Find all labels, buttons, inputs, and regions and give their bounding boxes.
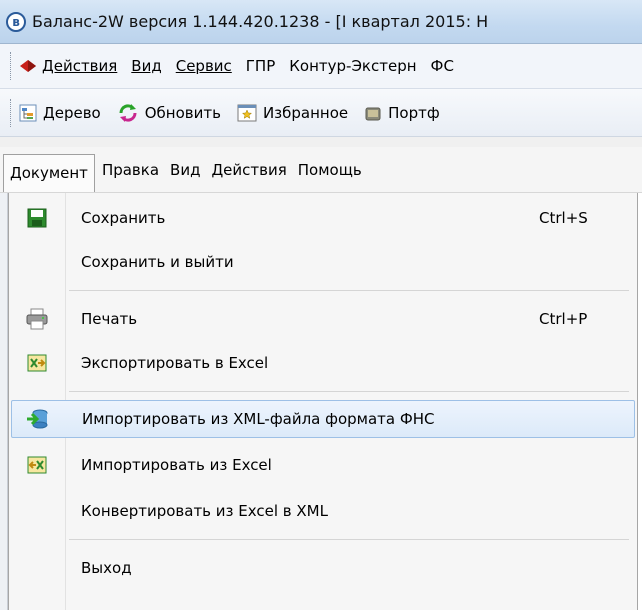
favorites-button-label: Избранное (262, 103, 349, 122)
menu-view[interactable]: Вид (131, 57, 161, 75)
app-icon: в (6, 11, 26, 32)
doc-menu-document[interactable]: Документ (3, 153, 95, 192)
menu-item-label: Выход (81, 559, 132, 577)
menu-gpr[interactable]: ГПР (246, 57, 275, 75)
refresh-icon (117, 103, 139, 123)
export-excel-icon (27, 354, 47, 372)
menu-item-shortcut: Ctrl+P (539, 310, 588, 328)
menu-item-import-excel[interactable]: Импортировать из Excel (11, 446, 635, 484)
menu-actions[interactable]: Действия (19, 57, 117, 75)
window-gap (0, 137, 642, 147)
import-excel-icon (27, 456, 47, 474)
tree-button-label: Дерево (43, 103, 101, 122)
toolbar: Дерево Обновить Избранное Портф (0, 89, 642, 137)
menu-kontur-extern[interactable]: Контур-Экстерн (289, 57, 416, 75)
window-left-edge (0, 193, 8, 610)
menu-item-label: Конвертировать из Excel в XML (81, 502, 328, 520)
menu-item-exit[interactable]: Выход (11, 549, 635, 587)
portfolio-button-label: Портф (388, 103, 440, 122)
menu-item-convert-excel-xml[interactable]: Конвертировать из Excel в XML (11, 492, 635, 530)
tree-icon (19, 104, 37, 122)
toolbar-grip[interactable] (10, 98, 13, 127)
menu-item-export-excel[interactable]: Экспортировать в Excel (11, 344, 635, 382)
menu-item-label: Сохранить и выйти (81, 253, 234, 271)
portfolio-icon (364, 104, 382, 122)
menu-item-save[interactable]: Сохранить Ctrl+S (11, 199, 635, 237)
menu-separator (69, 391, 629, 392)
doc-menu-help[interactable]: Помощь (294, 155, 366, 185)
save-icon (27, 208, 47, 228)
menu-item-label: Импортировать из XML-файла формата ФНС (82, 410, 435, 428)
menu-item-save-and-exit[interactable]: Сохранить и выйти (11, 243, 635, 281)
document-menu-bar: Документ Правка Вид Действия Помощь (0, 147, 642, 193)
menubar-grip[interactable] (10, 52, 13, 80)
menu-separator (69, 290, 629, 291)
doc-menu-actions[interactable]: Действия (207, 155, 290, 185)
window-title: Баланс-2W версия 1.144.420.1238 - [I ква… (32, 12, 489, 31)
import-xml-icon (26, 408, 50, 430)
menu-item-print[interactable]: Печать Ctrl+P (11, 300, 635, 338)
main-menu-bar: Действия Вид Сервис ГПР Контур-Экстерн Ф… (0, 44, 642, 89)
portfolio-button[interactable]: Портф (364, 104, 440, 122)
document-dropdown-menu: Сохранить Ctrl+S Сохранить и выйти Печат… (8, 193, 638, 610)
menu-service[interactable]: Сервис (176, 57, 232, 75)
refresh-button-label: Обновить (144, 103, 221, 122)
doc-menu-view[interactable]: Вид (166, 155, 204, 185)
doc-menu-edit[interactable]: Правка (98, 155, 163, 185)
book-icon (19, 58, 37, 74)
menu-separator (69, 539, 629, 540)
tree-button[interactable]: Дерево (19, 104, 101, 122)
menu-item-label: Экспортировать в Excel (81, 354, 269, 372)
menu-item-import-xml[interactable]: Импортировать из XML-файла формата ФНС (11, 400, 635, 438)
menu-item-label: Сохранить (81, 209, 166, 227)
menu-item-label: Печать (81, 310, 138, 328)
refresh-button[interactable]: Обновить (117, 103, 221, 123)
printer-icon (25, 308, 49, 330)
menu-item-shortcut: Ctrl+S (539, 209, 588, 227)
favorites-button[interactable]: Избранное (237, 103, 348, 123)
menu-fs[interactable]: ФС (431, 57, 454, 75)
menu-item-label: Импортировать из Excel (81, 456, 272, 474)
title-bar: в Баланс-2W версия 1.144.420.1238 - [I к… (0, 0, 642, 44)
menu-actions-label: Действия (42, 57, 118, 75)
favorites-icon (237, 103, 257, 123)
